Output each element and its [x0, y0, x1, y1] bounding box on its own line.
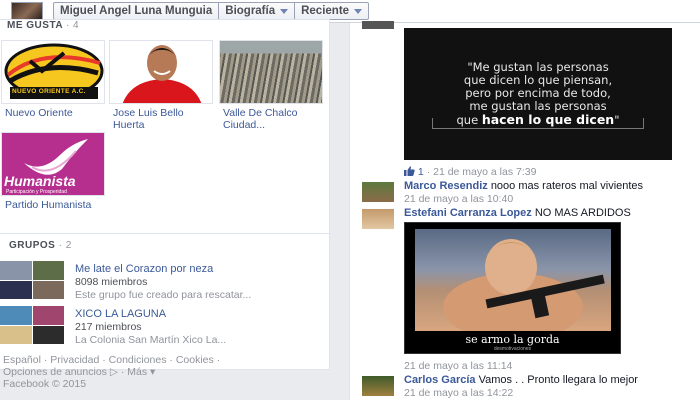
footer-link[interactable]: Opciones de anuncios	[3, 366, 107, 378]
group-name[interactable]: Me late el Corazon por neza	[75, 263, 213, 275]
like-tile-partido-humanista[interactable]: Humanista Participación y Prosperidad Pa…	[1, 132, 105, 211]
page-footer: Español · Privacidad · Condiciones · Coo…	[3, 354, 303, 390]
group-name[interactable]: XICO LA LAGUNA	[75, 308, 166, 320]
filter-dropdown[interactable]: Reciente	[295, 3, 368, 19]
comment-author[interactable]: Estefani Carranza Lopez	[404, 207, 532, 219]
like-count[interactable]: 1	[418, 166, 424, 178]
comment-timestamp[interactable]: 21 de mayo a las 14:22	[404, 387, 513, 399]
valle-de-chalco-photo[interactable]	[219, 40, 323, 104]
profile-avatar[interactable]	[11, 2, 43, 20]
post-image-quote[interactable]: "Me gustan las personas que dicen lo que…	[404, 28, 672, 160]
meme-watermark: desmotivaciones	[493, 346, 532, 352]
jose-luis-photo[interactable]	[109, 40, 213, 104]
nuevo-oriente-logo-text: NUEVO ORIENTE A.C.	[12, 88, 86, 95]
comment-text: Vamos . . Pronto llegara lo mejor	[478, 374, 638, 386]
breadcrumb: Miguel Angel Luna Munguia Biografía Reci…	[53, 2, 370, 20]
avatar[interactable]	[362, 182, 394, 202]
likes-card: ME GUSTA · 4 NUEVO ORIENTE A.C. Nuevo Or…	[0, 19, 330, 249]
nuevo-oriente-logo[interactable]: NUEVO ORIENTE A.C.	[1, 40, 105, 104]
like-tile-jose-luis[interactable]: Jose Luis Bello Huerta	[109, 40, 213, 131]
comment-timestamp[interactable]: 21 de mayo a las 10:40	[404, 193, 513, 205]
group-members: 8098 miembros	[75, 276, 148, 288]
comment-text: nooo mas rateros mal vivientes	[490, 180, 644, 192]
comment-image-meme[interactable]: se armo la gorda desmotivaciones	[404, 222, 621, 354]
comment-text: NO MAS ARDIDOS	[534, 207, 631, 219]
chevron-down-icon: ▾	[150, 366, 156, 378]
left-column: ME GUSTA · 4 NUEVO ORIENTE A.C. Nuevo Or…	[0, 19, 333, 400]
like-tile-nuevo-oriente[interactable]: NUEVO ORIENTE A.C. Nuevo Oriente	[1, 40, 105, 119]
groups-title[interactable]: GRUPOS · 2	[9, 240, 72, 251]
humanista-logo-text: Humanista	[4, 173, 76, 189]
footer-link[interactable]: Privacidad	[50, 354, 99, 366]
avatar[interactable]	[362, 21, 394, 29]
like-icon[interactable]	[404, 166, 415, 176]
meme-photo	[415, 229, 611, 341]
comment-author[interactable]: Marco Resendiz	[404, 180, 488, 192]
post-feed: "Me gustan las personas que dicen lo que…	[350, 21, 700, 400]
group-thumbnails[interactable]	[0, 306, 64, 344]
post-timestamp[interactable]: · 21 de mayo a las 7:39	[427, 166, 537, 178]
like-name[interactable]: Partido Humanista	[1, 199, 105, 211]
avatar[interactable]	[362, 209, 394, 229]
chevron-down-icon	[354, 8, 363, 14]
quote-underline	[432, 118, 644, 129]
like-tile-valle-de-chalco[interactable]: Valle De Chalco Ciudad...	[219, 40, 323, 131]
post-meta: 1 · 21 de mayo a las 7:39	[404, 166, 536, 178]
group-item[interactable]: XICO LA LAGUNA 217 miembros La Colonia S…	[0, 306, 330, 346]
group-members: 217 miembros	[75, 321, 142, 333]
chevron-down-icon	[280, 8, 289, 14]
group-description: La Colonia San Martín Xico La...	[75, 334, 227, 346]
footer-link[interactable]: Español	[3, 354, 41, 366]
meme-caption: se armo la gorda	[465, 333, 560, 346]
footer-link[interactable]: Condiciones	[109, 354, 167, 366]
groups-card: GRUPOS · 2 Me late el Corazon por neza 8…	[0, 233, 330, 370]
copyright: Facebook © 2015	[3, 378, 87, 390]
like-name[interactable]: Valle De Chalco Ciudad...	[219, 107, 323, 131]
comment-author[interactable]: Carlos García	[404, 374, 476, 386]
humanista-logo-sub: Participación y Prosperidad	[6, 189, 67, 195]
group-thumbnails[interactable]	[0, 261, 64, 299]
footer-link[interactable]: Más	[127, 366, 147, 378]
like-name[interactable]: Nuevo Oriente	[1, 107, 105, 119]
avatar[interactable]	[362, 376, 394, 396]
footer-link[interactable]: Cookies	[176, 354, 214, 366]
likes-title[interactable]: ME GUSTA · 4	[7, 20, 79, 31]
scrollbar-area[interactable]	[683, 23, 700, 400]
profile-name-link[interactable]: Miguel Angel Luna Munguia	[54, 3, 220, 19]
like-name[interactable]: Jose Luis Bello Huerta	[109, 107, 213, 131]
group-item[interactable]: Me late el Corazon por neza 8098 miembro…	[0, 261, 330, 301]
ad-choices-icon[interactable]: ▷	[110, 366, 118, 378]
section-dropdown[interactable]: Biografía	[219, 3, 296, 19]
group-description: Este grupo fue creado para rescatar...	[75, 289, 252, 301]
humanista-logo[interactable]: Humanista Participación y Prosperidad	[1, 132, 105, 196]
comment-timestamp[interactable]: 21 de mayo a las 11:14	[404, 360, 512, 372]
